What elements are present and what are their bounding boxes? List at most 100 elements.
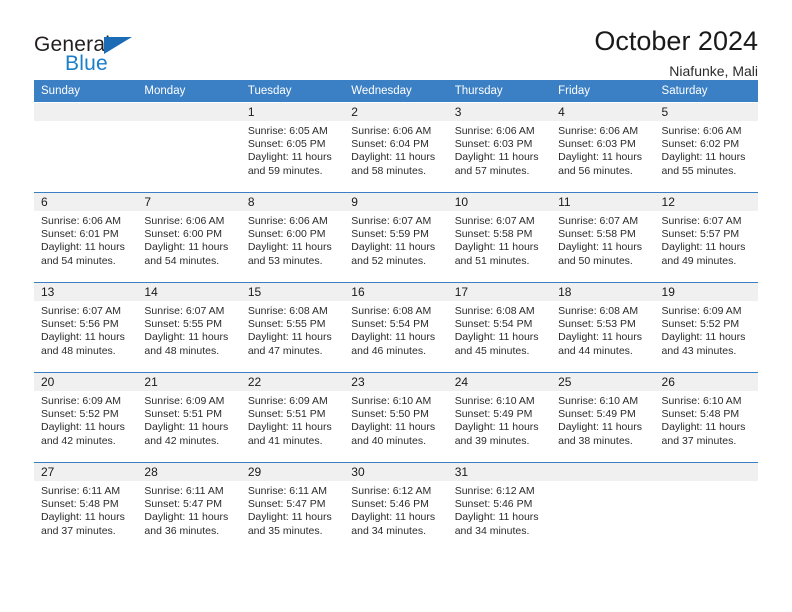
- calendar-day-cell[interactable]: 5 Sunrise: 6:06 AM Sunset: 6:02 PM Daylight…: [654, 102, 758, 193]
- calendar-day-cell[interactable]: 17 Sunrise: 6:08 AM Sunset: 5:54 PM Dayligh…: [447, 282, 552, 373]
- calendar-day-cell[interactable]: 11 Sunrise: 6:07 AM Sunset: 5:58 PM Dayligh…: [551, 192, 655, 283]
- daylight-text: Daylight: 11 hours and 37 minutes.: [661, 421, 746, 447]
- sunset-text: Sunset: 5:51 PM: [247, 408, 326, 421]
- calendar-day-cell[interactable]: 21 Sunrise: 6:09 AM Sunset: 5:51 PM Dayligh…: [137, 372, 241, 463]
- daylight-text: Daylight: 11 hours and 50 minutes.: [558, 241, 642, 267]
- sunrise-text: Sunrise: 6:10 AM: [661, 395, 742, 407]
- day-details: Sunrise: 6:08 AM Sunset: 5:54 PM Daylight:…: [448, 301, 551, 358]
- day-details: Sunrise: 6:08 AM Sunset: 5:54 PM Daylight:…: [344, 301, 447, 358]
- day-number: 12: [654, 193, 758, 211]
- daylight-text: Daylight: 11 hours and 35 minutes.: [247, 511, 332, 537]
- daylight-text: Daylight: 11 hours and 54 minutes.: [144, 241, 229, 267]
- sunset-text: Sunset: 5:58 PM: [558, 228, 636, 241]
- calendar-day-cell[interactable]: 2 Sunrise: 6:06 AM Sunset: 6:04 PM Daylight…: [344, 102, 448, 193]
- sunrise-text: Sunrise: 6:06 AM: [454, 125, 535, 137]
- calendar-page: General Blue October 2024 Niafunke, Mali…: [0, 0, 792, 612]
- sunset-text: Sunset: 6:03 PM: [558, 138, 636, 151]
- calendar-day-cell[interactable]: 8 Sunrise: 6:06 AM Sunset: 6:00 PM Daylight…: [240, 192, 345, 283]
- daylight-text: Daylight: 11 hours and 48 minutes.: [144, 331, 229, 357]
- calendar-day-cell[interactable]: 20 Sunrise: 6:09 AM Sunset: 5:52 PM Dayligh…: [34, 372, 138, 463]
- daylight-text: Daylight: 11 hours and 53 minutes.: [247, 241, 332, 267]
- day-details: Sunrise: 6:07 AM Sunset: 5:55 PM Daylight:…: [137, 301, 240, 358]
- day-number: 5: [654, 103, 758, 121]
- sunrise-text: Sunrise: 6:06 AM: [661, 125, 742, 137]
- daylight-text: Daylight: 11 hours and 55 minutes.: [661, 151, 746, 177]
- calendar-day-cell[interactable]: 10 Sunrise: 6:07 AM Sunset: 5:58 PM Dayligh…: [447, 192, 552, 283]
- sunset-text: Sunset: 6:05 PM: [247, 138, 326, 151]
- day-number: 24: [447, 373, 552, 391]
- calendar-day-cell[interactable]: 27 Sunrise: 6:11 AM Sunset: 5:48 PM Dayligh…: [34, 462, 138, 552]
- calendar-day-cell[interactable]: 1 Sunrise: 6:05 AM Sunset: 6:05 PM Daylight…: [240, 102, 345, 193]
- calendar-week-row: 13 Sunrise: 6:07 AM Sunset: 5:56 PM Dayligh…: [34, 282, 758, 373]
- calendar-day-cell[interactable]: 15 Sunrise: 6:08 AM Sunset: 5:55 PM Dayligh…: [240, 282, 345, 373]
- calendar-day-cell[interactable]: 24 Sunrise: 6:10 AM Sunset: 5:49 PM Dayligh…: [447, 372, 552, 463]
- sunrise-text: Sunrise: 6:08 AM: [247, 305, 328, 317]
- calendar-day-cell[interactable]: 30 Sunrise: 6:12 AM Sunset: 5:46 PM Dayligh…: [344, 462, 448, 552]
- sunrise-text: Sunrise: 6:06 AM: [558, 125, 639, 137]
- day-details: Sunrise: 6:07 AM Sunset: 5:56 PM Daylight:…: [34, 301, 137, 358]
- day-number: [137, 103, 241, 121]
- calendar-day-cell[interactable]: 29 Sunrise: 6:11 AM Sunset: 5:47 PM Dayligh…: [240, 462, 345, 552]
- calendar-day-cell[interactable]: 14 Sunrise: 6:07 AM Sunset: 5:55 PM Dayligh…: [137, 282, 241, 373]
- day-number: 26: [654, 373, 758, 391]
- day-number: 19: [654, 283, 758, 301]
- calendar-head: Sunday Monday Tuesday Wednesday Thursday Frid…: [34, 80, 758, 103]
- day-details: Sunrise: 6:06 AM Sunset: 6:00 PM Daylight:…: [241, 211, 344, 268]
- calendar-day-cell[interactable]: 3 Sunrise: 6:06 AM Sunset: 6:03 PM Daylight…: [447, 102, 552, 193]
- day-number: 25: [551, 373, 655, 391]
- daylight-text: Daylight: 11 hours and 42 minutes.: [144, 421, 229, 447]
- day-number: 1: [240, 103, 345, 121]
- calendar-day-cell[interactable]: 25 Sunrise: 6:10 AM Sunset: 5:49 PM Dayligh…: [551, 372, 655, 463]
- calendar-day-cell[interactable]: 28 Sunrise: 6:11 AM Sunset: 5:47 PM Dayligh…: [137, 462, 241, 552]
- day-number: 31: [447, 463, 552, 481]
- weekday-header-monday: Monday: [137, 80, 241, 103]
- day-details: Sunrise: 6:11 AM Sunset: 5:47 PM Daylight:…: [137, 481, 240, 538]
- sunset-text: Sunset: 5:48 PM: [41, 498, 119, 511]
- day-details: Sunrise: 6:06 AM Sunset: 6:00 PM Daylight:…: [137, 211, 240, 268]
- page-header: General Blue October 2024 Niafunke, Mali: [34, 0, 758, 79]
- day-number: 21: [137, 373, 241, 391]
- sunset-text: Sunset: 5:46 PM: [454, 498, 533, 511]
- sunrise-text: Sunrise: 6:09 AM: [41, 395, 121, 407]
- sunrise-text: Sunrise: 6:05 AM: [247, 125, 328, 137]
- calendar-day-cell[interactable]: 19 Sunrise: 6:09 AM Sunset: 5:52 PM Dayligh…: [654, 282, 758, 373]
- daylight-text: Daylight: 11 hours and 59 minutes.: [247, 151, 332, 177]
- calendar-week-row: 20 Sunrise: 6:09 AM Sunset: 5:52 PM Dayligh…: [34, 372, 758, 463]
- daylight-text: Daylight: 11 hours and 54 minutes.: [41, 241, 125, 267]
- day-details: Sunrise: 6:09 AM Sunset: 5:51 PM Daylight:…: [137, 391, 240, 448]
- daylight-text: Daylight: 11 hours and 40 minutes.: [351, 421, 436, 447]
- calendar-day-cell[interactable]: 12 Sunrise: 6:07 AM Sunset: 5:57 PM Dayligh…: [654, 192, 758, 283]
- sunset-text: Sunset: 6:01 PM: [41, 228, 119, 241]
- sunset-text: Sunset: 5:59 PM: [351, 228, 429, 241]
- daylight-text: Daylight: 11 hours and 58 minutes.: [351, 151, 436, 177]
- day-details: Sunrise: 6:10 AM Sunset: 5:48 PM Daylight:…: [655, 391, 758, 448]
- sunset-text: Sunset: 5:58 PM: [454, 228, 533, 241]
- calendar-day-cell[interactable]: 26 Sunrise: 6:10 AM Sunset: 5:48 PM Dayligh…: [654, 372, 758, 463]
- daylight-text: Daylight: 11 hours and 47 minutes.: [247, 331, 332, 357]
- general-blue-logo[interactable]: General Blue: [34, 26, 154, 76]
- calendar-day-cell[interactable]: 9 Sunrise: 6:07 AM Sunset: 5:59 PM Daylight…: [344, 192, 448, 283]
- calendar-day-cell[interactable]: 16 Sunrise: 6:08 AM Sunset: 5:54 PM Dayligh…: [344, 282, 448, 373]
- weekday-header-sunday: Sunday: [34, 80, 138, 103]
- calendar-day-cell[interactable]: 13 Sunrise: 6:07 AM Sunset: 5:56 PM Dayligh…: [34, 282, 138, 373]
- calendar-day-cell[interactable]: 22 Sunrise: 6:09 AM Sunset: 5:51 PM Dayligh…: [240, 372, 345, 463]
- day-number: 13: [34, 283, 138, 301]
- calendar-day-cell[interactable]: 4 Sunrise: 6:06 AM Sunset: 6:03 PM Daylight…: [551, 102, 655, 193]
- sunrise-text: Sunrise: 6:12 AM: [454, 485, 535, 497]
- calendar-day-cell[interactable]: 31 Sunrise: 6:12 AM Sunset: 5:46 PM Dayligh…: [447, 462, 552, 552]
- sunrise-text: Sunrise: 6:10 AM: [454, 395, 535, 407]
- page-title: October 2024: [594, 26, 758, 56]
- daylight-text: Daylight: 11 hours and 42 minutes.: [41, 421, 125, 447]
- daylight-text: Daylight: 11 hours and 34 minutes.: [351, 511, 436, 537]
- day-number: 4: [551, 103, 655, 121]
- day-details: Sunrise: 6:06 AM Sunset: 6:01 PM Daylight:…: [34, 211, 137, 268]
- calendar-day-cell[interactable]: 6 Sunrise: 6:06 AM Sunset: 6:01 PM Daylight…: [34, 192, 138, 283]
- day-number: 10: [447, 193, 552, 211]
- sunrise-text: Sunrise: 6:08 AM: [558, 305, 639, 317]
- sunset-text: Sunset: 5:46 PM: [351, 498, 429, 511]
- day-details: Sunrise: 6:09 AM Sunset: 5:52 PM Daylight:…: [34, 391, 137, 448]
- calendar-day-cell[interactable]: 7 Sunrise: 6:06 AM Sunset: 6:00 PM Daylight…: [137, 192, 241, 283]
- calendar-day-cell[interactable]: 23 Sunrise: 6:10 AM Sunset: 5:50 PM Dayligh…: [344, 372, 448, 463]
- sunrise-text: Sunrise: 6:07 AM: [454, 215, 535, 227]
- calendar-day-cell[interactable]: 18 Sunrise: 6:08 AM Sunset: 5:53 PM Dayligh…: [551, 282, 655, 373]
